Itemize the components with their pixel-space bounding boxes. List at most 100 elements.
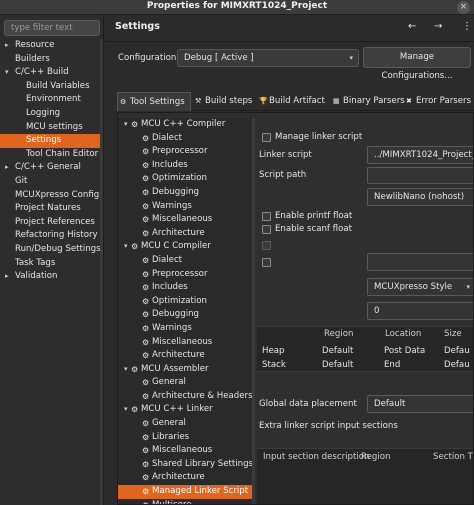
tree-item[interactable]: ⚙ Libraries <box>118 431 252 445</box>
nav-item[interactable]: Project Natures <box>0 202 100 216</box>
configuration-select[interactable]: Debug [ Active ] ▾ <box>177 49 359 67</box>
header-divider <box>105 41 474 42</box>
menu-kebab-icon[interactable]: ⋮ <box>462 21 472 32</box>
tree-item[interactable]: ⚙ Warnings <box>118 200 252 214</box>
nav-item[interactable]: Git <box>0 175 100 189</box>
heap-location[interactable]: Post Data <box>384 346 425 356</box>
tree-item[interactable]: ⚙ Preprocessor <box>118 145 252 159</box>
tree-item-label: Optimization <box>152 295 207 306</box>
library-select[interactable]: NewlibNano (nohost) <box>367 188 473 206</box>
tab-build-artifact[interactable]: 🏆Build Artifact <box>257 92 329 111</box>
stack-region[interactable]: Default <box>322 360 353 370</box>
chevron-down-icon[interactable]: ▾ <box>5 66 9 80</box>
tab-label: Error Parsers <box>416 96 472 106</box>
linker-script-field[interactable]: ../MIMXRT1024_Project_D <box>367 146 473 164</box>
tree-item[interactable]: ⚙Multicore <box>118 499 252 504</box>
tree-item[interactable]: ⚙ Optimization <box>118 295 252 309</box>
chevron-right-icon[interactable]: ▸ <box>5 270 9 284</box>
manage-configurations-button[interactable]: Manage Configurations... <box>363 47 471 81</box>
chevron-down-icon[interactable]: ▾ <box>124 403 128 417</box>
tree-item[interactable]: ⚙ General <box>118 417 252 431</box>
tree-item[interactable]: ▾ ⚙ MCU C Compiler <box>118 240 252 254</box>
chevron-down-icon[interactable]: ▾ <box>124 240 128 254</box>
nav-item[interactable]: Settings <box>0 134 100 148</box>
nav-item[interactable]: Tool Chain Editor <box>0 148 100 162</box>
tree-scrollbar[interactable] <box>252 118 255 504</box>
tree-item[interactable]: ▾ ⚙ MCU C++ Compiler <box>118 118 252 132</box>
tree-item[interactable]: ▾ ⚙ MCU Assembler <box>118 363 252 377</box>
tree-item[interactable]: ⚙ Miscellaneous <box>118 213 252 227</box>
forward-arrow-icon[interactable]: → <box>434 21 442 32</box>
gear-icon: ⚙ <box>142 378 150 388</box>
nav-item[interactable]: ▸ Resource <box>0 39 100 53</box>
tree-item-label: Includes <box>152 159 188 170</box>
disabled-option-checkbox[interactable] <box>262 241 271 250</box>
filter-input[interactable]: type filter text <box>4 20 100 36</box>
option-checkbox[interactable] <box>262 258 271 267</box>
tree-item[interactable]: ⚙ Dialect <box>118 254 252 268</box>
nav-item[interactable]: Environment <box>0 93 100 107</box>
tree-item[interactable]: ⚙ Warnings <box>118 322 252 336</box>
nav-item[interactable]: ▸ C/C++ General <box>0 161 100 175</box>
nav-item[interactable]: MCUXpresso Config To <box>0 189 100 203</box>
style-select[interactable]: MCUXpresso Style ▾ <box>367 278 473 296</box>
tab-build-steps[interactable]: ⚒ Build steps <box>193 92 255 111</box>
printf-float-checkbox[interactable] <box>262 212 271 221</box>
scanf-float-checkbox[interactable] <box>262 225 271 234</box>
nav-item[interactable]: ▾ C/C++ Build <box>0 66 100 80</box>
property-nav-list: ▸ Resource Builders ▾ C/C++ Build Build Varia… <box>0 39 100 284</box>
tree-item[interactable]: ⚙ Shared Library Settings <box>118 458 252 472</box>
global-data-placement-value: Default <box>374 399 406 409</box>
global-data-placement-select[interactable]: Default <box>367 395 473 413</box>
tab-error-parsers[interactable]: ✖ Error Parsers <box>404 92 474 111</box>
chevron-down-icon[interactable]: ▾ <box>124 363 128 377</box>
manage-linker-script-label: Manage linker script <box>275 132 363 142</box>
nav-item[interactable]: Logging <box>0 107 100 121</box>
tree-item-label: MCU C Compiler <box>141 241 211 252</box>
heap-region[interactable]: Default <box>322 346 353 356</box>
nav-item[interactable]: Run/Debug Settings <box>0 243 100 257</box>
nav-item[interactable]: Task Tags <box>0 257 100 271</box>
tree-item[interactable]: ⚙ Managed Linker Script <box>118 485 252 499</box>
tree-item[interactable]: ⚙ Dialect <box>118 132 252 146</box>
tree-item[interactable]: ⚙ Debugging <box>118 186 252 200</box>
manage-linker-script-checkbox[interactable] <box>262 133 271 142</box>
number-field[interactable]: 0 <box>367 302 473 320</box>
nav-item[interactable]: Builders <box>0 53 100 67</box>
heap-size[interactable]: Defau <box>444 346 470 356</box>
tree-item[interactable]: ⚙ Miscellaneous <box>118 336 252 350</box>
chevron-right-icon[interactable]: ▸ <box>5 39 9 53</box>
tree-item[interactable]: ⚙ Architecture <box>118 227 252 241</box>
script-path-field[interactable] <box>367 167 473 184</box>
tree-item[interactable]: ⚙ Optimization <box>118 172 252 186</box>
nav-item[interactable]: MCU settings <box>0 121 100 135</box>
stack-size[interactable]: Defau <box>444 360 470 370</box>
nav-scrollbar[interactable] <box>100 39 103 505</box>
tree-item[interactable]: ⚙ Includes <box>118 281 252 295</box>
tree-item[interactable]: ⚙ Debugging <box>118 308 252 322</box>
nav-item-label: Environment <box>26 94 81 105</box>
gear-icon: ⚙ <box>142 446 150 456</box>
tree-item[interactable]: ⚙ Architecture <box>118 471 252 485</box>
tree-item[interactable]: ⚙ Architecture <box>118 349 252 363</box>
tree-item[interactable]: ⚙ Preprocessor <box>118 268 252 282</box>
tree-item[interactable]: ⚙ Architecture & Headers <box>118 390 252 404</box>
nav-item[interactable]: Build Variables <box>0 80 100 94</box>
tree-item-label: Miscellaneous <box>152 336 213 347</box>
tree-item[interactable]: ⚙ General <box>118 376 252 390</box>
nav-item[interactable]: ▸ Validation <box>0 270 100 284</box>
chevron-right-icon[interactable]: ▸ <box>5 161 9 175</box>
back-arrow-icon[interactable]: ← <box>408 21 416 32</box>
tree-item[interactable]: ⚙ Miscellaneous <box>118 444 252 458</box>
stack-location[interactable]: End <box>384 360 400 370</box>
chevron-down-icon[interactable]: ▾ <box>124 118 128 132</box>
tree-item[interactable]: ▾ ⚙ MCU C++ Linker <box>118 403 252 417</box>
tab-binary-parsers[interactable]: ▦ Binary Parsers <box>331 92 405 111</box>
tree-item[interactable]: ⚙ Includes <box>118 159 252 173</box>
managed-linker-script-content: Manage linker script Linker script ../MI… <box>257 113 473 504</box>
nav-item[interactable]: Project References <box>0 216 100 230</box>
option-field[interactable] <box>367 253 473 271</box>
nav-item[interactable]: Refactoring History <box>0 229 100 243</box>
tab-tool-settings[interactable]: ⚙ Tool Settings <box>117 92 191 111</box>
close-icon[interactable]: × <box>457 1 470 14</box>
